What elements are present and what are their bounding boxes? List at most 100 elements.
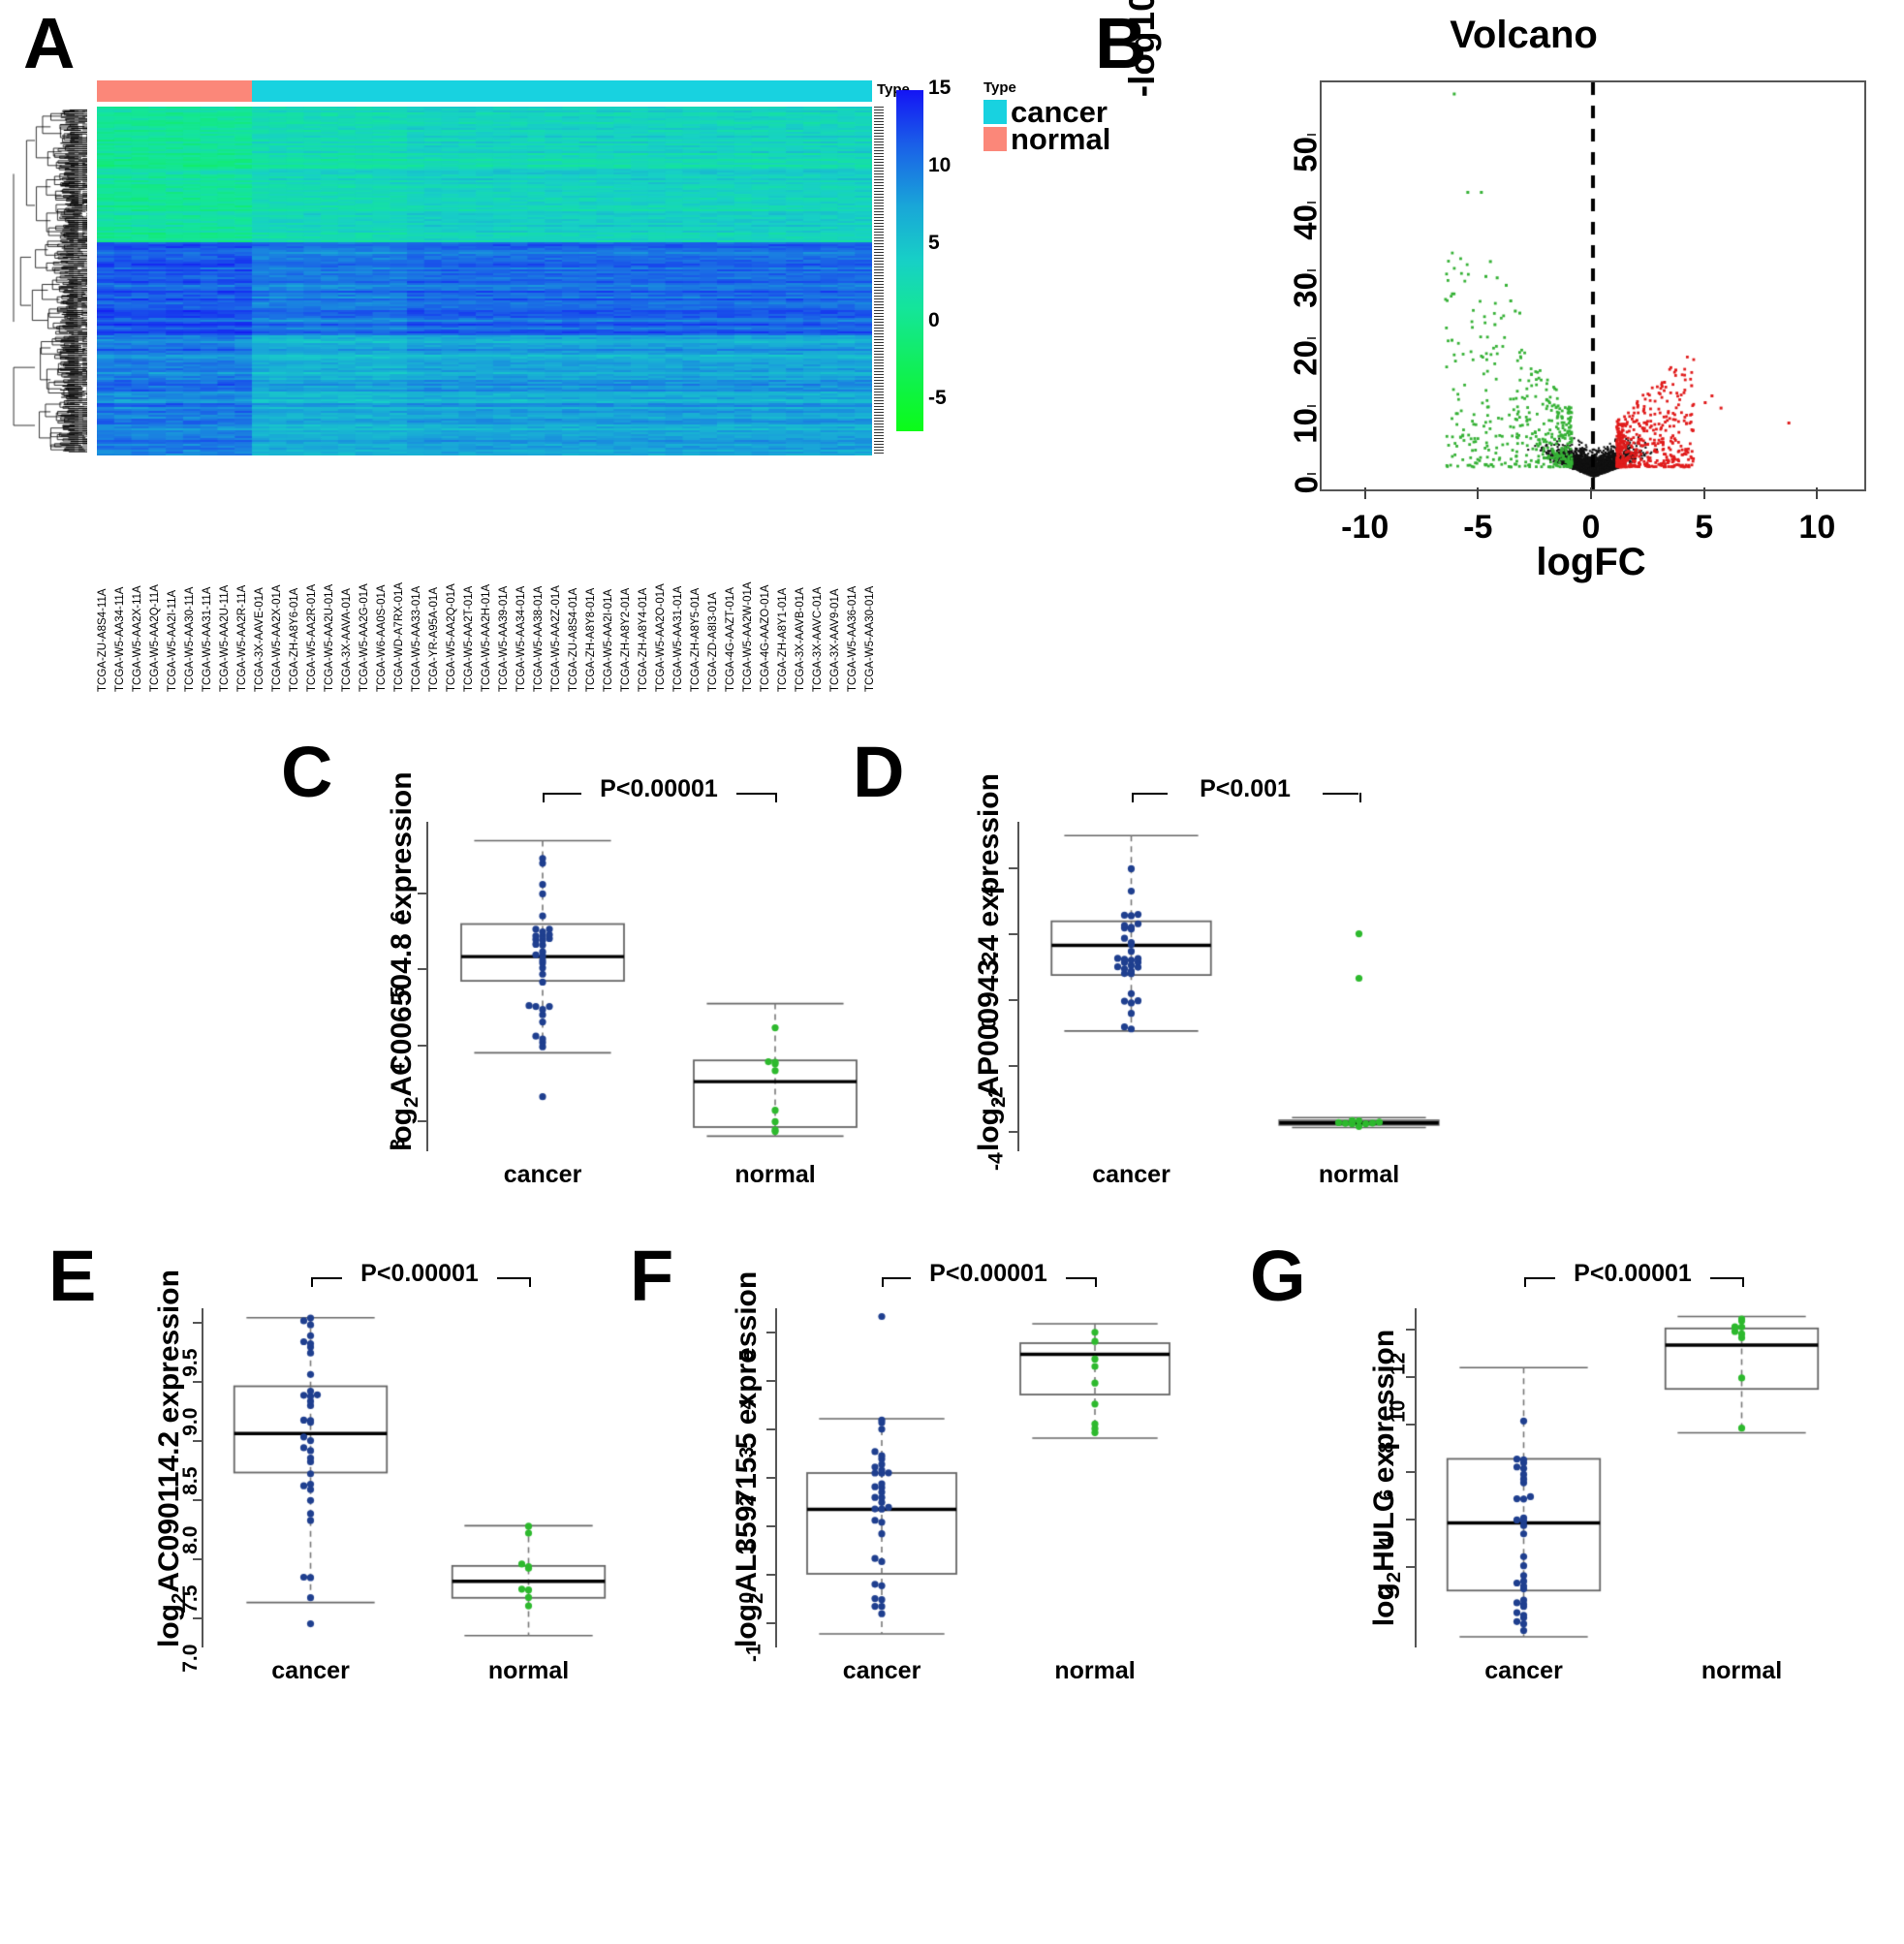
heatmap-sample-label: TCGA-W6-AA0S-01A	[376, 584, 388, 692]
heatmap-sample-label: TCGA-W5-AA31-01A	[672, 585, 684, 692]
type-legend-label-normal: normal	[1011, 121, 1111, 156]
volcano-y-tick-mark	[1307, 473, 1316, 475]
heatmap-sample-label: TCGA-W5-AA2I-11A	[167, 589, 178, 692]
heatmap-sample-label: TCGA-W5-AA2W-01A	[742, 581, 754, 692]
volcano-plot-area	[1320, 80, 1866, 491]
volcano-y-tick-mark	[1307, 202, 1316, 204]
colorbar-tick-label: 5	[928, 232, 940, 254]
heatmap-sample-label: TCGA-ZD-A8I3-01A	[707, 592, 719, 692]
colorbar-tick-label: 15	[928, 77, 952, 99]
volcano-x-tick-mark	[1477, 487, 1480, 499]
heatmap-sample-label: TCGA-W5-AA2Q-11A	[149, 584, 161, 692]
panel-a-letter: A	[23, 3, 76, 83]
volcano-x-axis-label: logFC	[1536, 541, 1646, 583]
heatmap-sample-label: TCGA-W5-AA34-11A	[114, 586, 126, 692]
cancer-color-swatch	[983, 99, 1007, 124]
heatmap-matrix	[97, 107, 872, 455]
volcano-title: Volcano	[1450, 14, 1598, 56]
panel-f-boxplot: F log2AL359715.5 expression-1012345cance…	[630, 1202, 1250, 1754]
heatmap-sample-label: TCGA-WD-A7RX-01A	[393, 581, 405, 692]
boxplot-category-label: cancer	[503, 1161, 582, 1188]
colorbar-tick-label: 10	[928, 154, 952, 176]
heatmap-sample-label: TCGA-3X-AAVA-01A	[341, 588, 353, 692]
volcano-x-tick-mark	[1363, 487, 1366, 499]
heatmap-sample-label: TCGA-ZH-A8Y8-01A	[585, 587, 597, 692]
volcano-y-tick-mark	[1307, 337, 1316, 339]
heatmap-sample-label: TCGA-4G-AAZO-01A	[760, 584, 771, 692]
heatmap-sample-label: TCGA-W5-AA2R-01A	[306, 583, 318, 692]
heatmap-sample-label: TCGA-ZH-A8Y6-01A	[289, 587, 300, 692]
heatmap-sample-label: TCGA-4G-AAZT-01A	[725, 587, 736, 692]
panel-d-boxplot: D log2AP000943.4 expression-4-2024cancer…	[853, 737, 1531, 1260]
significance-bar-end-tick	[1358, 793, 1361, 802]
p-value-label: P<0.00001	[1555, 1260, 1710, 1288]
significance-bar-end-tick	[310, 1277, 313, 1287]
significance-bar-end-tick	[1741, 1277, 1744, 1287]
heatmap-sample-label: TCGA-ZH-A8Y4-01A	[638, 587, 649, 692]
volcano-y-tick-mark	[1307, 405, 1316, 407]
heatmap-sample-label: TCGA-YR-A95A-01A	[428, 586, 440, 692]
significance-bar-end-tick	[543, 793, 545, 802]
volcano-x-tick-mark	[1590, 487, 1592, 499]
significance-bar-end-tick	[528, 1277, 531, 1287]
p-value-label: P<0.001	[1168, 775, 1323, 803]
heatmap-sample-label: TCGA-W5-AA2G-01A	[359, 583, 370, 692]
heatmap-sample-label: TCGA-W5-AA2Q-01A	[446, 583, 457, 692]
heatmap-sample-label: TCGA-W5-AA2I-01A	[603, 588, 614, 692]
p-value-label: P<0.00001	[342, 1260, 497, 1288]
heatmap-sample-label: TCGA-W5-AA30-01A	[864, 585, 876, 692]
panel-b-volcano: B Volcano -log10 ( FDR ) 01020304050 -10…	[1095, 0, 1904, 601]
heatmap-sample-label: TCGA-W5-AA34-01A	[515, 585, 527, 692]
heatmap-sample-label: TCGA-ZH-A8Y5-01A	[690, 587, 702, 692]
panel-e-boxplot: E log2AC090114.2 expression7.07.58.08.59…	[39, 1202, 678, 1754]
heatmap-sample-label: TCGA-ZH-A8Y2-01A	[620, 587, 632, 692]
heatmap-sample-label: TCGA-ZH-A8Y1-01A	[777, 587, 789, 692]
panel-a-heatmap: A Type TCGA-ZU-A8S4-11A TCGA-W5-AA34-11A T…	[0, 0, 1124, 766]
heatmap-row-name-strip	[874, 107, 884, 455]
boxplot-category-label: cancer	[1092, 1161, 1170, 1188]
p-value-label: P<0.00001	[911, 1260, 1066, 1288]
heatmap-sample-label: TCGA-W5-AA2Z-01A	[550, 585, 562, 692]
boxplot-category-label: cancer	[1484, 1657, 1563, 1684]
heatmap-sample-label: TCGA-W5-AA2U-11A	[219, 584, 231, 692]
volcano-y-ticks: 0 10 20 30 40 50	[1240, 80, 1324, 493]
heatmap-sample-label: TCGA-W5-AA31-11A	[202, 586, 213, 692]
heatmap-colorbar-ticks: 15 10 5 0 -5	[928, 77, 977, 444]
heatmap-sample-label: TCGA-ZU-A8S4-01A	[568, 587, 579, 692]
volcano-y-axis-label: -log10 ( FDR )	[1122, 0, 1163, 136]
volcano-y-tick-mark	[1307, 134, 1316, 136]
colorbar-tick-label: -5	[928, 387, 947, 409]
heatmap-sample-label: TCGA-ZU-A8S4-11A	[97, 588, 109, 692]
significance-bar-end-tick	[775, 793, 777, 802]
heatmap-sample-label: TCGA-W5-AA2X-01A	[271, 584, 283, 692]
heatmap-colorbar	[896, 90, 923, 431]
volcano-y-tick-mark	[1307, 269, 1316, 271]
row-dendrogram	[10, 109, 87, 453]
p-value-label: P<0.00001	[581, 775, 736, 803]
boxplot-category-label: normal	[734, 1161, 816, 1188]
heatmap-type-legend: Type cancer normal	[983, 79, 1129, 156]
significance-bar-end-tick	[1095, 1277, 1097, 1287]
heatmap-sample-label: TCGA-3X-AAVE-01A	[254, 587, 265, 692]
significance-bar-end-tick	[1523, 1277, 1526, 1287]
heatmap-sample-label: TCGA-W5-AA2R-11A	[236, 584, 248, 692]
heatmap-type-annotation-bar	[97, 80, 872, 102]
annotation-segment-cancer	[252, 80, 872, 102]
boxplot-category-label: cancer	[271, 1657, 350, 1684]
heatmap-sample-label: TCGA-W5-AA2X-11A	[132, 585, 143, 692]
boxplot-category-label: cancer	[842, 1657, 921, 1684]
boxplot-category-label: normal	[1701, 1657, 1783, 1684]
heatmap-sample-label: TCGA-3X-AAV9-01A	[829, 588, 841, 692]
volcano-x-tick-mark	[1816, 487, 1819, 499]
heatmap-sample-label: TCGA-3X-AAVB-01A	[795, 587, 806, 692]
significance-bar-end-tick	[1131, 793, 1134, 802]
heatmap-sample-label: TCGA-3X-AAVC-01A	[812, 586, 824, 692]
type-legend-item-normal: normal	[983, 121, 1129, 156]
heatmap-sample-label: TCGA-W5-AA36-01A	[847, 585, 858, 692]
heatmap-sample-label: TCGA-W5-AA39-01A	[498, 585, 510, 692]
heatmap-sample-label: TCGA-W5-AA2T-01A	[463, 585, 475, 692]
normal-color-swatch	[983, 126, 1007, 151]
heatmap-sample-labels: TCGA-ZU-A8S4-11A TCGA-W5-AA34-11A TCGA-W5-…	[97, 459, 882, 692]
boxplot-category-label: normal	[1318, 1161, 1400, 1188]
panel-g-boxplot: G log2HULC expression24681012cancernorma…	[1250, 1202, 1889, 1754]
